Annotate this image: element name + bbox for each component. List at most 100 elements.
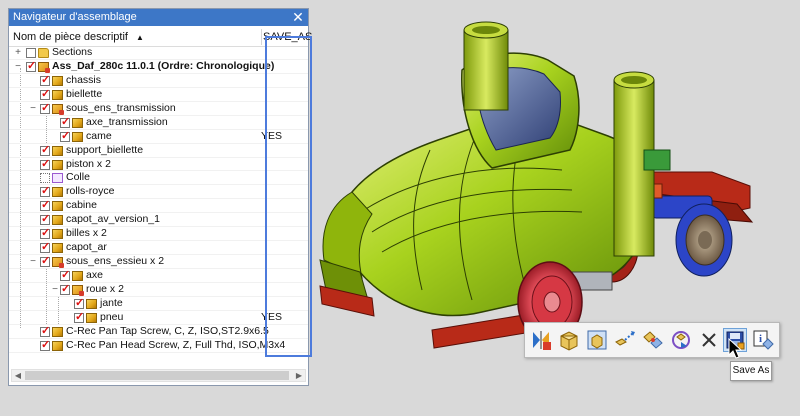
visibility-checkbox[interactable] (40, 173, 50, 184)
part-icon (52, 201, 63, 212)
part-icon (52, 159, 63, 170)
part-icon (52, 187, 63, 198)
part-icon (52, 89, 63, 100)
scroll-left-icon[interactable]: ◀ (12, 370, 24, 381)
collapse-icon[interactable]: − (29, 255, 37, 269)
assembly-tree: + Sections − Ass_Daf_280c 11.0.1 (Ordre:… (9, 46, 308, 353)
close-button[interactable] (697, 328, 721, 352)
mirror-assembly-button[interactable] (529, 328, 553, 352)
visibility-checkbox[interactable] (40, 158, 50, 171)
tree-row[interactable]: − sous_ens_transmission (9, 102, 308, 116)
tree-row[interactable]: pneu YES (9, 311, 308, 325)
visibility-checkbox[interactable] (74, 311, 84, 324)
visibility-checkbox[interactable] (74, 297, 84, 310)
visibility-checkbox[interactable] (40, 339, 50, 352)
tree-row-root-assembly[interactable]: − Ass_Daf_280c 11.0.1 (Ordre: Chronologi… (9, 60, 308, 74)
tree-row[interactable]: cabine (9, 199, 308, 214)
tree-row[interactable]: came YES (9, 130, 308, 144)
collapse-icon[interactable]: − (29, 102, 37, 116)
tree-row[interactable]: − roue x 2 (9, 283, 308, 297)
close-icon (702, 333, 716, 347)
visibility-checkbox[interactable] (26, 48, 36, 58)
visibility-checkbox[interactable] (40, 185, 50, 198)
visibility-checkbox[interactable] (60, 130, 70, 143)
part-icon (86, 312, 97, 323)
tree-row[interactable]: axe_transmission (9, 116, 308, 130)
add-component-button[interactable] (557, 328, 581, 352)
scroll-right-icon[interactable]: ▶ (293, 370, 305, 381)
front-tube[interactable] (643, 149, 671, 171)
visibility-checkbox[interactable] (40, 325, 50, 338)
tree-row[interactable]: chassis (9, 74, 308, 88)
tree-row[interactable]: − sous_ens_essieu x 2 (9, 255, 308, 269)
properties-icon: i (753, 330, 774, 350)
visibility-checkbox[interactable] (40, 74, 50, 87)
assembly-constraints-button[interactable] (641, 328, 665, 352)
visibility-checkbox[interactable] (60, 283, 70, 296)
part-icon (72, 271, 83, 281)
visibility-checkbox[interactable] (40, 88, 50, 101)
svg-text:i: i (759, 333, 762, 345)
visibility-checkbox[interactable] (40, 227, 50, 240)
part-icon (52, 215, 63, 226)
mouse-cursor-icon (728, 338, 742, 359)
expand-icon[interactable]: + (14, 46, 22, 60)
tree-row[interactable]: capot_ar (9, 241, 308, 256)
tree-row[interactable]: C-Rec Pan Tap Screw, C, Z, ISO,ST2.9x6.5 (9, 325, 308, 339)
assembly-navigator-panel: Navigateur d'assemblage ✕ Nom de pièce d… (8, 8, 312, 386)
mirror-assembly-icon (533, 331, 551, 350)
tree-row[interactable]: support_biellette (9, 144, 308, 158)
visibility-checkbox[interactable] (40, 241, 50, 254)
column-separator[interactable] (261, 29, 262, 45)
column-header-save-as[interactable]: SAVE_AS (263, 31, 312, 43)
rear-wheel[interactable] (675, 203, 733, 277)
move-component-button[interactable] (613, 328, 637, 352)
exhaust-pipe-rear[interactable] (463, 21, 509, 111)
part-icon (52, 243, 63, 254)
collapse-icon[interactable]: − (14, 60, 22, 74)
tree-row[interactable]: axe (9, 269, 308, 283)
tree-row-sections[interactable]: + Sections (9, 46, 308, 60)
visibility-checkbox[interactable] (26, 60, 36, 73)
cube-icon (52, 173, 63, 184)
part-icon (52, 75, 63, 86)
tree-row[interactable]: rolls-royce (9, 185, 308, 200)
part-icon (72, 117, 83, 128)
visibility-checkbox[interactable] (40, 144, 50, 157)
tree-row[interactable]: capot_av_version_1 (9, 213, 308, 228)
visibility-checkbox[interactable] (60, 269, 70, 282)
part-icon (52, 229, 63, 240)
component-icon (560, 331, 578, 351)
tree-row[interactable]: biellette (9, 88, 308, 102)
tree-row[interactable]: Colle (9, 171, 308, 186)
collapse-icon[interactable]: − (51, 283, 59, 297)
visibility-checkbox[interactable] (40, 102, 50, 115)
column-header-name[interactable]: Nom de pièce descriptif ▲ (13, 31, 258, 43)
assembly-icon (38, 61, 50, 73)
visibility-checkbox[interactable] (40, 213, 50, 226)
save-as-value: YES (261, 129, 283, 142)
close-icon[interactable]: ✕ (291, 9, 305, 26)
properties-button[interactable]: i (751, 328, 775, 352)
tree-row[interactable]: piston x 2 (9, 158, 308, 172)
navigator-column-header: Nom de pièce descriptif ▲ SAVE_AS (9, 27, 312, 47)
scrollbar-thumb[interactable] (25, 371, 289, 380)
assembly-icon (52, 257, 64, 269)
visibility-checkbox[interactable] (40, 199, 50, 212)
navigator-title-bar: Navigateur d'assemblage ✕ (9, 9, 308, 26)
save-as-tooltip: Save As (730, 361, 772, 381)
visibility-checkbox[interactable] (40, 255, 50, 268)
tree-row[interactable]: jante (9, 297, 308, 311)
assembly-view-icon (587, 330, 607, 350)
part-icon (72, 131, 83, 142)
navigator-title: Navigateur d'assemblage (13, 11, 137, 23)
part-icon (86, 298, 97, 309)
visibility-checkbox[interactable] (60, 116, 70, 129)
assembly-view-button[interactable] (585, 328, 609, 352)
replace-component-button[interactable] (669, 328, 693, 352)
tree-row[interactable]: billes x 2 (9, 227, 308, 242)
save-as-value: YES (261, 310, 283, 323)
tree-row[interactable]: C-Rec Pan Head Screw, Z, Full Thd, ISO,M… (9, 339, 308, 353)
part-icon (52, 145, 63, 156)
horizontal-scrollbar[interactable]: ◀ ▶ (11, 369, 306, 382)
